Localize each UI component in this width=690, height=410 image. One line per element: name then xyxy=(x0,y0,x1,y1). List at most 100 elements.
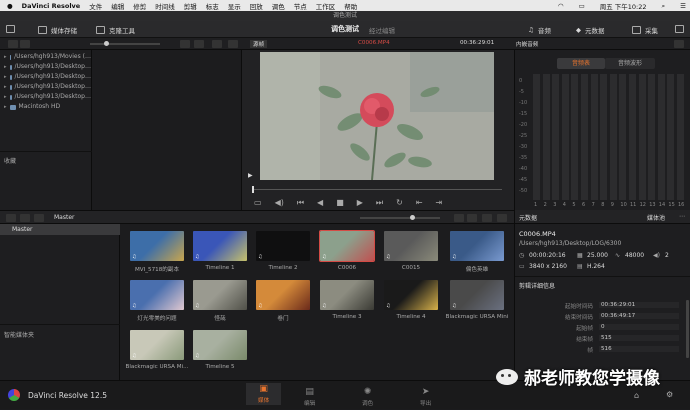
media-clip-thumbnail[interactable]: ♫ xyxy=(256,231,310,261)
grid-view-toggle[interactable] xyxy=(454,214,464,222)
library-path-item[interactable]: ▸/Users/hgh913/Desktop… xyxy=(0,72,91,82)
back-nav-icon[interactable] xyxy=(20,214,30,222)
panel-layout-icon[interactable] xyxy=(6,214,16,222)
panel-toggle-icon[interactable] xyxy=(6,25,15,33)
more-options-icon[interactable] xyxy=(228,40,238,48)
jump-end-icon[interactable]: ⏭ xyxy=(376,198,383,208)
menu-playback[interactable]: 回放 xyxy=(250,1,263,11)
battery-icon[interactable]: ▭ xyxy=(579,2,585,10)
back-button[interactable] xyxy=(8,40,18,48)
list-view-icon[interactable] xyxy=(194,40,204,48)
media-clip-thumbnail[interactable]: ♫ xyxy=(193,330,247,360)
jump-start-icon[interactable]: ⏮ xyxy=(297,198,304,208)
fullscreen-icon[interactable] xyxy=(675,25,684,33)
apple-icon[interactable]: ● xyxy=(7,2,13,10)
audio-panel: 音频表 音频波形 0 -5 -10 -15 -20 -25 -30 -35 -40 -45 -50 … xyxy=(514,50,690,210)
settings-gear-icon[interactable]: ⚙ xyxy=(666,390,673,399)
search-icon[interactable]: ⌕ xyxy=(662,2,666,11)
media-clip-thumbnail[interactable]: ♫ xyxy=(450,280,504,310)
media-clip-thumbnail[interactable]: ♫ xyxy=(384,231,438,261)
metadata-icon: ◆ xyxy=(576,26,581,34)
media-clip-thumbnail[interactable]: ♫ xyxy=(256,280,310,310)
metadata-menu-icon[interactable]: ⋯ xyxy=(679,213,685,220)
audio-button[interactable]: ♫ 音频 xyxy=(528,25,551,35)
sample-rate-icon: ∿ xyxy=(615,252,621,259)
menu-help[interactable]: 帮助 xyxy=(344,1,357,11)
media-clip-thumbnail[interactable]: ♫ xyxy=(130,231,184,261)
play-icon[interactable]: ▶ xyxy=(357,198,363,208)
menu-clip[interactable]: 剪辑 xyxy=(184,1,197,11)
menu-workspace[interactable]: 工作区 xyxy=(316,1,336,11)
clone-tool-button[interactable]: 克隆工具 xyxy=(96,25,135,35)
step-back-icon[interactable]: ◀ xyxy=(317,198,323,208)
clip-size-handle[interactable] xyxy=(410,215,415,220)
loop-icon[interactable]: ↻ xyxy=(396,198,403,208)
audio-meter-bar xyxy=(600,74,608,200)
library-path-item[interactable]: ▸/Users/hgh913/Desktop… xyxy=(0,82,91,92)
audio-indicator-icon: ♫ xyxy=(258,303,263,309)
playhead[interactable] xyxy=(252,186,254,193)
page-tab-deliver[interactable]: ➤ 导出 xyxy=(420,387,431,407)
menu-timeline[interactable]: 时间线 xyxy=(155,1,175,11)
media-clip-thumbnail[interactable]: ♫ xyxy=(130,280,184,310)
capture-button[interactable]: 采集 xyxy=(632,25,658,35)
library-path-item[interactable]: ▸/Users/hgh913/Movies (… xyxy=(0,52,91,62)
metadata-scrollbar[interactable] xyxy=(686,300,689,358)
menu-mark[interactable]: 标志 xyxy=(206,1,219,11)
list-view-toggle[interactable] xyxy=(467,214,477,222)
mark-in-icon[interactable]: ⇤ xyxy=(416,198,423,208)
meter-channel-label: 1 xyxy=(534,202,538,208)
media-clip-thumbnail[interactable]: ♫ xyxy=(384,280,438,310)
sort-icon[interactable] xyxy=(482,214,492,222)
media-clip-thumbnail[interactable]: ♫ xyxy=(450,231,504,261)
media-clip-thumbnail[interactable]: ♫ xyxy=(193,231,247,261)
viewer-frame[interactable] xyxy=(260,52,494,180)
media-clip-thumbnail[interactable]: ♫ xyxy=(130,330,184,360)
forward-button[interactable] xyxy=(20,40,30,48)
stop-icon[interactable]: ■ xyxy=(336,198,344,208)
viewer-play-icon[interactable]: ▶ xyxy=(248,172,253,179)
grid-view-icon[interactable] xyxy=(180,40,190,48)
forward-nav-icon[interactable] xyxy=(34,214,44,222)
viewer-panel: ▶ ▭ ◀) ⏮ ◀ ■ ▶ ⏭ ↻ ⇤ ⇥ xyxy=(242,50,514,210)
menu-edit[interactable]: 编辑 xyxy=(111,1,124,11)
menu-trim[interactable]: 修剪 xyxy=(133,1,146,11)
library-path-item[interactable]: ▸ Macintosh HD xyxy=(0,102,91,112)
search-icon[interactable] xyxy=(212,40,222,48)
audio-panel-menu-icon[interactable] xyxy=(674,40,684,48)
page-tab-edit[interactable]: ▤ 编辑 xyxy=(304,387,315,407)
media-clip-thumbnail[interactable]: ♫ xyxy=(320,280,374,310)
meter-channel-label: 2 xyxy=(543,202,547,208)
scrubber-track[interactable] xyxy=(252,189,502,190)
menu-color[interactable]: 调色 xyxy=(272,1,285,11)
library-path-item[interactable]: ▸/Users/hgh913/Desktop… xyxy=(0,92,91,102)
menubar-clock[interactable]: 周五 下午10:22 xyxy=(600,1,647,11)
media-clip-thumbnail[interactable]: ♫ xyxy=(319,230,375,262)
menu-app[interactable]: DaVinci Resolve xyxy=(22,2,81,10)
media-storage-button[interactable]: 媒体存储 xyxy=(38,25,77,35)
slider-handle[interactable] xyxy=(104,41,109,46)
mark-out-icon[interactable]: ⇥ xyxy=(436,198,443,208)
bin-master-item[interactable]: Master xyxy=(12,226,33,233)
viewer-mode-select[interactable]: 源帧 xyxy=(250,40,268,48)
list-icon[interactable]: ☰ xyxy=(680,2,686,10)
menu-view[interactable]: 显示 xyxy=(228,1,241,11)
clip-size-slider[interactable] xyxy=(360,217,440,219)
volume-icon[interactable]: ◀) xyxy=(275,198,284,208)
media-clip-thumbnail[interactable]: ♫ xyxy=(193,280,247,310)
metadata-button[interactable]: ◆ 元数据 xyxy=(576,25,605,35)
thumbnail-size-slider[interactable] xyxy=(90,43,160,45)
wifi-icon[interactable]: ◠ xyxy=(558,2,564,10)
page-tab-media[interactable]: ▣ 媒体 xyxy=(246,383,282,405)
clip-name-label: Timeline 3 xyxy=(332,314,362,320)
view-options-icon[interactable]: ▭ xyxy=(254,198,262,208)
page-tab-color[interactable]: ✺ 调色 xyxy=(362,387,373,407)
metadata-pool-select[interactable]: 媒体池 xyxy=(647,213,665,222)
home-icon[interactable]: ⌂ xyxy=(634,391,639,400)
menu-nodes[interactable]: 节点 xyxy=(294,1,307,11)
library-path-item[interactable]: ▸/Users/hgh913/Desktop… xyxy=(0,62,91,72)
audio-meters: 1 2 3 4 5 6 7 8 9 10 11 12 13 14 15 16 xyxy=(515,50,690,210)
bin-options-icon[interactable] xyxy=(497,214,507,222)
menu-file[interactable]: 文件 xyxy=(89,1,102,11)
chevron-right-icon: ▸ xyxy=(4,74,7,80)
